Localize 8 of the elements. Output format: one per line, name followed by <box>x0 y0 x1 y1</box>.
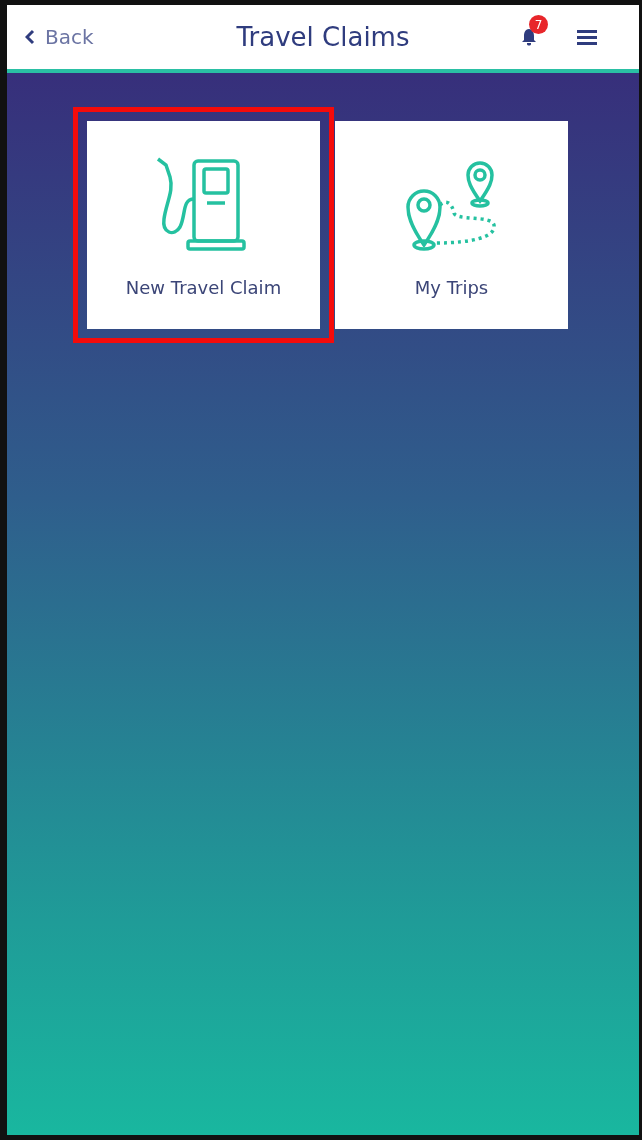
bell-icon[interactable] <box>521 27 537 47</box>
menu-icon[interactable] <box>577 29 597 45</box>
menu-tile[interactable]: New Travel Claim <box>87 121 320 329</box>
page-title: Travel Claims <box>236 22 410 52</box>
back-button[interactable]: Back <box>25 25 94 49</box>
notification-badge: 7 <box>529 15 548 34</box>
menu-tile[interactable]: My Trips <box>335 121 568 329</box>
chevron-left-icon <box>25 29 35 45</box>
